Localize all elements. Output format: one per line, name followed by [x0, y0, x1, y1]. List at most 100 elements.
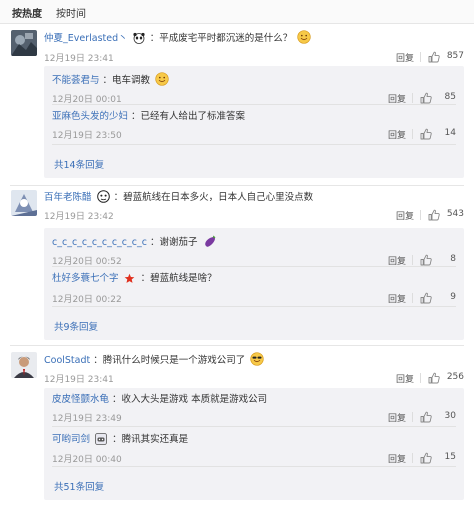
thumbs-up-icon [428, 51, 440, 63]
reply-username[interactable]: 可哟司剑 [52, 434, 90, 445]
reply-box: 皮皮怪颤水龟 ：收入大头是游戏 本质就是游戏公司 12月19日 23:49 回复… [44, 388, 464, 500]
like-button[interactable]: 15 [412, 451, 456, 465]
comment-item: 百年老陈醋 ：碧蓝航线在日本多火，日本人自己心里没点数 12月19日 23:42… [0, 190, 474, 340]
separator [412, 293, 413, 303]
laughing-emoji-icon [155, 72, 169, 86]
like-button[interactable]: 14 [412, 127, 456, 141]
reply-text: ：腾讯其实还真是 [112, 434, 189, 445]
reply-text: ：收入大头是游戏 本质就是游戏公司 [112, 394, 268, 405]
like-count: 14 [444, 128, 456, 138]
thumbs-up-icon [420, 254, 432, 266]
thumbs-up-icon [420, 452, 432, 464]
reply-time: 12月20日 00:40 [52, 455, 122, 465]
like-count: 543 [446, 209, 464, 219]
divider [52, 104, 456, 105]
comment-username[interactable]: CoolStadt [44, 355, 90, 366]
separator [412, 453, 413, 463]
reply-button[interactable]: 回复 [396, 372, 414, 385]
separator [420, 52, 421, 62]
divider [52, 426, 456, 427]
separator [412, 129, 413, 139]
divider [10, 185, 464, 186]
divider [52, 144, 456, 145]
reply-item: 可哟司剑 ：腾讯其实还真是 12月20日 00:40 回复 15 [52, 433, 456, 465]
avatar[interactable] [11, 352, 37, 378]
like-button[interactable]: 9 [412, 291, 456, 305]
like-button[interactable]: 543 [420, 208, 464, 222]
comment-username[interactable]: 仲夏_Everlasted丶 [44, 33, 128, 44]
like-count: 857 [446, 51, 464, 61]
separator [412, 255, 413, 265]
thumbs-up-icon [420, 92, 432, 104]
comment-text: ：平成废宅平时都沉迷的是什么？ [149, 33, 293, 44]
sort-by-time-button[interactable]: 按时间 [56, 5, 86, 20]
reply-username[interactable]: 不能荟君与 [52, 75, 100, 86]
panda-icon [133, 32, 147, 46]
more-replies-link[interactable]: 共51条回复 [54, 479, 104, 493]
reply-item: c_c_c_c_c_c_c_c_c_c ：谢谢茄子 12月20日 00:52 回… [52, 234, 456, 267]
sort-by-hot-button[interactable]: 按热度 [12, 5, 42, 20]
reply-button[interactable]: 回复 [396, 51, 414, 64]
like-count: 15 [444, 452, 456, 462]
reply-text: ：谢谢茄子 [150, 237, 198, 248]
reply-username[interactable]: 皮皮怪颤水龟 [52, 394, 109, 405]
comment-time: 12月19日 23:41 [44, 375, 114, 385]
star-badge-icon [124, 273, 138, 287]
divider [52, 266, 456, 267]
reply-item: 皮皮怪颤水龟 ：收入大头是游戏 本质就是游戏公司 12月19日 23:49 回复… [52, 394, 456, 424]
like-button[interactable]: 85 [412, 91, 456, 105]
comment-text: ：碧蓝航线在日本多火，日本人自己心里没点数 [113, 192, 314, 203]
reply-button[interactable]: 回复 [388, 128, 406, 141]
like-count: 9 [450, 292, 456, 302]
reply-button[interactable]: 回复 [396, 209, 414, 222]
like-button[interactable]: 857 [420, 50, 464, 64]
comment-item: 仲夏_Everlasted丶 ：平成废宅平时都沉迷的是什么？ 12月19日 23… [0, 30, 474, 178]
reply-username[interactable]: 杜好多蓑七个字 [52, 273, 119, 284]
reply-button[interactable]: 回复 [388, 292, 406, 305]
sort-bar: 按热度 按时间 [0, 0, 474, 24]
divider [52, 306, 456, 307]
separator [412, 412, 413, 422]
reply-box: 不能荟君与 ：电车调教 12月20日 00:01 回复 85 亚麻色头发的少妇 … [44, 66, 464, 178]
more-replies-link[interactable]: 共9条回复 [54, 319, 98, 333]
reply-time: 12月20日 00:22 [52, 295, 122, 305]
reply-box: c_c_c_c_c_c_c_c_c_c ：谢谢茄子 12月20日 00:52 回… [44, 228, 464, 340]
separator [412, 93, 413, 103]
monkey-face-icon [96, 190, 111, 204]
separator [420, 210, 421, 220]
like-count: 256 [446, 372, 464, 382]
like-count: 8 [450, 254, 456, 264]
thumbs-up-icon [428, 209, 440, 221]
eggplant-emoji-icon [203, 234, 217, 248]
comment-text: ：腾讯什么时候只是一个游戏公司了 [93, 355, 246, 366]
thumbs-up-icon [428, 372, 440, 384]
separator [420, 373, 421, 383]
reply-username[interactable]: 亚麻色头发的少妇 [52, 111, 128, 122]
cute-face-emoji-icon [297, 30, 311, 44]
more-replies-link[interactable]: 共14条回复 [54, 157, 104, 171]
avatar[interactable] [11, 190, 37, 216]
comment-item: CoolStadt ：腾讯什么时候只是一个游戏公司了 12月19日 23:41 … [0, 352, 474, 502]
thumbs-up-icon [420, 128, 432, 140]
avatar[interactable] [11, 30, 37, 56]
like-button[interactable]: 256 [420, 371, 464, 385]
reply-time: 12月19日 23:49 [52, 414, 122, 424]
like-count: 30 [444, 411, 456, 421]
reply-text: ：碧蓝航线是啥？ [140, 273, 217, 284]
thumbs-up-icon [420, 411, 432, 423]
divider [52, 466, 456, 467]
comment-time: 12月19日 23:42 [44, 212, 114, 222]
game-badge-icon [95, 433, 109, 447]
reply-text: ：电车调教 [102, 75, 151, 86]
reply-username[interactable]: c_c_c_c_c_c_c_c_c_c [52, 237, 147, 248]
like-button[interactable]: 30 [412, 410, 456, 424]
thumbs-up-icon [420, 292, 432, 304]
reply-item: 杜好多蓑七个字 ：碧蓝航线是啥？ 12月20日 00:22 回复 9 [52, 273, 456, 305]
reply-button[interactable]: 回复 [388, 452, 406, 465]
like-button[interactable]: 8 [412, 253, 456, 267]
divider [10, 345, 464, 346]
comment-username[interactable]: 百年老陈醋 [44, 192, 92, 203]
reply-time: 12月19日 23:50 [52, 131, 122, 141]
reply-button[interactable]: 回复 [388, 411, 406, 424]
cool-face-emoji-icon [250, 352, 264, 366]
